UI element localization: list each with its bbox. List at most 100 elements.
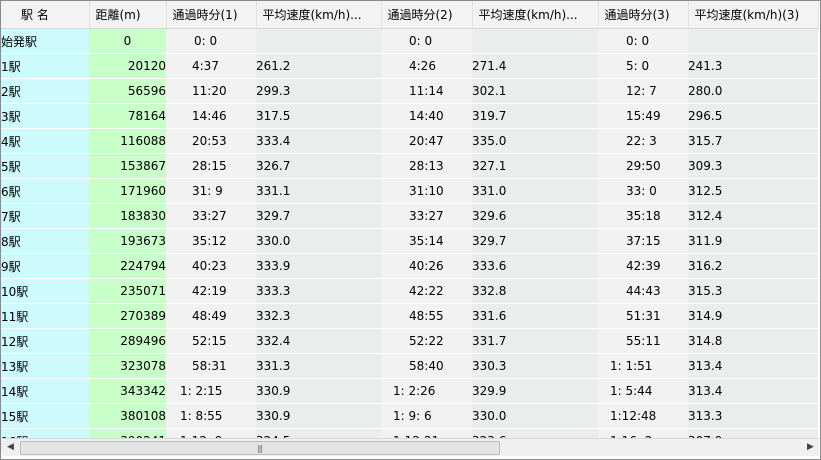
cell-time-3[interactable]: 37:15 [598,228,688,254]
cell-time-3[interactable]: 12: 7 [598,78,688,104]
table-row[interactable]: 9駅 224794 40:23 333.9 40:26 333.6 42:39 316.2 [1,253,818,279]
cell-time-3[interactable]: 29:50 [598,153,688,179]
cell-speed-1[interactable]: 330.9 [256,378,381,404]
table-row[interactable]: 始発駅 0 0: 0 0: 0 0: 0 [1,28,818,54]
cell-speed-2[interactable]: 329.6 [472,203,598,229]
cell-speed-1[interactable]: 329.7 [256,203,381,229]
cell-time-1[interactable]: 31: 9 [166,178,256,204]
table-row[interactable]: 5駅 153867 28:15 326.7 28:13 327.1 29:50 309.3 [1,153,818,179]
cell-speed-3[interactable]: 312.5 [688,178,818,204]
cell-time-2[interactable]: 48:55 [381,303,472,329]
cell-time-3[interactable]: 0: 0 [598,28,688,54]
cell-station[interactable]: 始発駅 [1,28,89,54]
cell-time-2[interactable]: 35:14 [381,228,472,254]
column-header-speed-1[interactable]: 平均速度(km/h)... [256,1,382,29]
cell-speed-2[interactable]: 335.0 [472,128,598,154]
cell-time-1[interactable]: 14:46 [166,103,256,129]
table-row[interactable]: 6駅 171960 31: 9 331.1 31:10 331.0 33: 0 312.5 [1,178,818,204]
cell-time-2[interactable]: 42:22 [381,278,472,304]
cell-time-2[interactable]: 0: 0 [381,28,472,54]
cell-speed-3[interactable]: 314.8 [688,328,818,354]
cell-speed-2[interactable]: 331.7 [472,328,598,354]
cell-speed-3[interactable]: 313.3 [688,403,818,429]
table-row[interactable]: 11駅 270389 48:49 332.3 48:55 331.6 51:31 314.9 [1,303,818,329]
cell-station[interactable]: 1駅 [1,53,89,79]
cell-speed-1[interactable]: 331.1 [256,178,381,204]
cell-time-3[interactable]: 1:12:48 [598,403,688,429]
column-header-distance[interactable]: 距離(m) [89,1,167,29]
cell-time-2[interactable]: 28:13 [381,153,472,179]
cell-time-1[interactable]: 33:27 [166,203,256,229]
cell-speed-3[interactable]: 312.4 [688,203,818,229]
cell-speed-3[interactable]: 314.9 [688,303,818,329]
column-header-station[interactable]: 駅 名 [1,1,90,29]
cell-speed-1[interactable]: 330.0 [256,228,381,254]
cell-speed-3[interactable]: 315.3 [688,278,818,304]
cell-station[interactable]: 14駅 [1,378,89,404]
cell-time-3[interactable]: 33: 0 [598,178,688,204]
cell-speed-2[interactable]: 330.0 [472,403,598,429]
table-row[interactable]: 3駅 78164 14:46 317.5 14:40 319.7 15:49 296.5 [1,103,818,129]
table-row[interactable]: 8駅 193673 35:12 330.0 35:14 329.7 37:15 311.9 [1,228,818,254]
cell-speed-2[interactable] [472,28,598,54]
table-row[interactable]: 1駅 20120 4:37 261.2 4:26 271.4 5: 0 241.3 [1,53,818,79]
cell-distance[interactable]: 183830 [89,203,166,229]
cell-station[interactable]: 11駅 [1,303,89,329]
cell-speed-2[interactable]: 329.9 [472,378,598,404]
cell-time-3[interactable]: 35:18 [598,203,688,229]
cell-time-2[interactable]: 31:10 [381,178,472,204]
cell-station[interactable]: 4駅 [1,128,89,154]
cell-station[interactable]: 7駅 [1,203,89,229]
cell-time-2[interactable]: 20:47 [381,128,472,154]
table-row[interactable]: 4駅 116088 20:53 333.4 20:47 335.0 22: 3 315.7 [1,128,818,154]
table-row[interactable]: 7駅 183830 33:27 329.7 33:27 329.6 35:18 312.4 [1,203,818,229]
cell-time-3[interactable]: 5: 0 [598,53,688,79]
cell-speed-3[interactable]: 296.5 [688,103,818,129]
cell-speed-3[interactable]: 315.7 [688,128,818,154]
cell-distance[interactable]: 116088 [89,128,166,154]
cell-time-1[interactable]: 40:23 [166,253,256,279]
cell-time-2[interactable]: 33:27 [381,203,472,229]
cell-time-1[interactable]: 0: 0 [166,28,256,54]
cell-speed-2[interactable]: 330.3 [472,353,598,379]
column-header-time-3[interactable]: 通過時分(3) [598,1,689,29]
cell-distance[interactable]: 235071 [89,278,166,304]
cell-time-3[interactable]: 51:31 [598,303,688,329]
cell-distance[interactable]: 171960 [89,178,166,204]
cell-distance[interactable]: 78164 [89,103,166,129]
cell-speed-2[interactable]: 327.1 [472,153,598,179]
cell-speed-2[interactable]: 333.6 [472,253,598,279]
cell-station[interactable]: 10駅 [1,278,89,304]
cell-time-1[interactable]: 20:53 [166,128,256,154]
column-header-speed-2[interactable]: 平均速度(km/h)... [472,1,599,29]
cell-time-1[interactable]: 35:12 [166,228,256,254]
cell-speed-2[interactable]: 332.8 [472,278,598,304]
cell-time-2[interactable]: 58:40 [381,353,472,379]
cell-time-3[interactable]: 15:49 [598,103,688,129]
scrollbar-thumb[interactable]: ||| [20,441,500,455]
cell-time-3[interactable]: 1: 1:51 [598,353,688,379]
cell-distance[interactable]: 343342 [89,378,166,404]
cell-speed-3[interactable]: 309.3 [688,153,818,179]
cell-speed-1[interactable]: 332.3 [256,303,381,329]
cell-time-1[interactable]: 1: 2:15 [166,378,256,404]
cell-distance[interactable]: 323078 [89,353,166,379]
cell-time-1[interactable]: 1: 8:55 [166,403,256,429]
cell-distance[interactable]: 0 [89,28,166,54]
table-row[interactable]: 10駅 235071 42:19 333.3 42:22 332.8 44:43 315.3 [1,278,818,304]
cell-speed-3[interactable]: 313.4 [688,353,818,379]
cell-time-2[interactable]: 40:26 [381,253,472,279]
cell-speed-2[interactable]: 331.0 [472,178,598,204]
cell-speed-1[interactable]: 333.9 [256,253,381,279]
table-row[interactable]: 15駅 380108 1: 8:55 330.9 1: 9: 6 330.0 1:12:48… [1,403,818,429]
cell-speed-1[interactable]: 331.3 [256,353,381,379]
cell-speed-3[interactable]: 316.2 [688,253,818,279]
cell-time-1[interactable]: 42:19 [166,278,256,304]
table-row[interactable]: 13駅 323078 58:31 331.3 58:40 330.3 1: 1:51 313.… [1,353,818,379]
cell-speed-1[interactable]: 317.5 [256,103,381,129]
cell-station[interactable]: 6駅 [1,178,89,204]
cell-distance[interactable]: 20120 [89,53,166,79]
cell-time-1[interactable]: 52:15 [166,328,256,354]
column-header-speed-3[interactable]: 平均速度(km/h)(3) [688,1,819,29]
cell-station[interactable]: 8駅 [1,228,89,254]
